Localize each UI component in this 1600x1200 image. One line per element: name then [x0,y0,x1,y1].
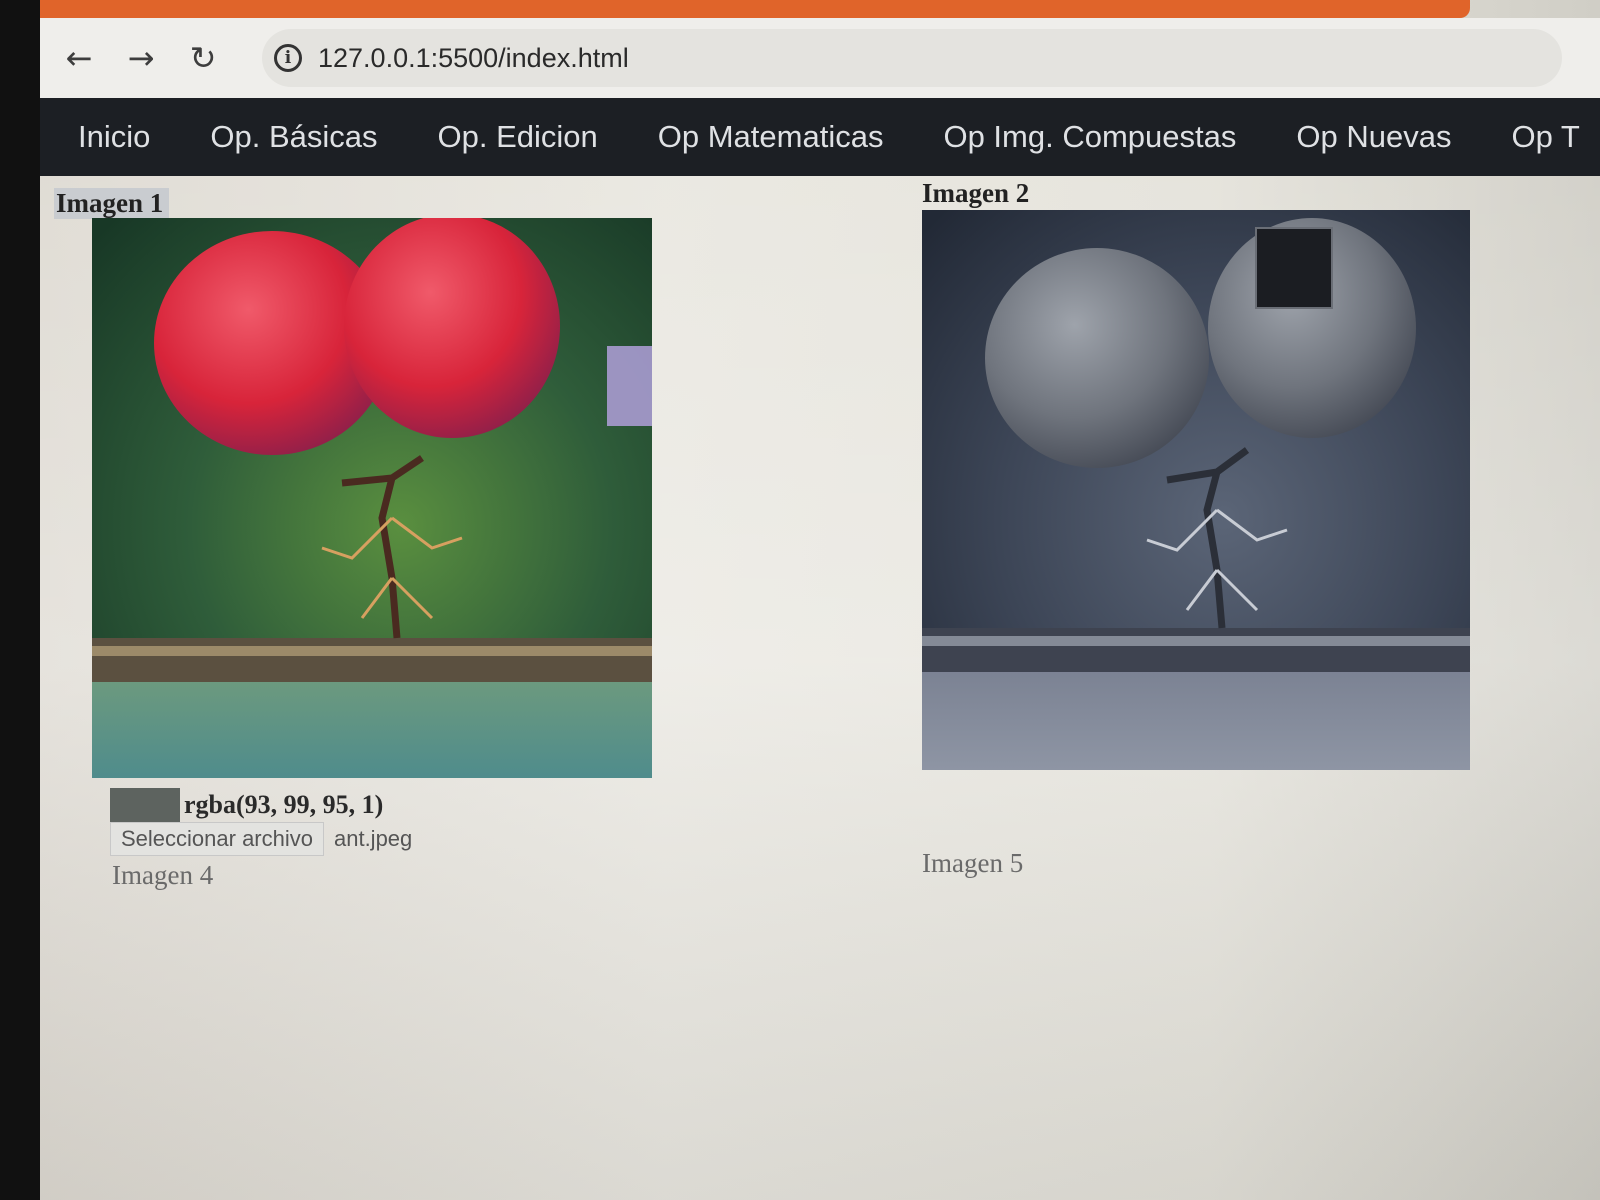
nav-item-op-matematicas[interactable]: Op Matematicas [658,119,884,155]
image1-canvas[interactable] [92,218,652,778]
arrow-right-icon[interactable]: → [118,35,164,81]
file-input[interactable]: Seleccionar archivo ant.jpeg [110,822,412,856]
arrow-left-icon[interactable]: ← [56,35,102,81]
file-name-text: ant.jpeg [333,826,413,851]
top-navbar: Inicio Op. Básicas Op. Edicion Op Matema… [40,98,1600,176]
image2-canvas[interactable] [922,210,1470,770]
image4-label: Imagen 4 [112,860,214,890]
os-taskbar [40,0,1470,18]
nav-item-op-basicas[interactable]: Op. Básicas [210,119,377,155]
nav-item-op-img-compuestas[interactable]: Op Img. Compuestas [943,119,1236,155]
pixel-color-text: rgba(93, 99, 95, 1) [184,790,384,819]
reload-icon[interactable]: ↻ [180,35,226,81]
info-icon[interactable]: i [274,44,302,72]
url-text[interactable]: 127.0.0.1:5500/index.html [318,43,629,74]
choose-file-button[interactable]: Seleccionar archivo [110,822,324,856]
pixel-color-readout: rgba(93, 99, 95, 1) [110,788,383,822]
nav-item-op-t[interactable]: Op T [1511,119,1579,155]
browser-window: ← → ↻ i 127.0.0.1:5500/index.html Inicio… [40,0,1600,1200]
nav-item-op-nuevas[interactable]: Op Nuevas [1296,119,1451,155]
image2-label: Imagen 2 [922,178,1030,208]
address-bar[interactable]: i 127.0.0.1:5500/index.html [262,29,1562,87]
nav-item-inicio[interactable]: Inicio [78,119,150,155]
image5-label: Imagen 5 [922,848,1024,878]
image1-label: Imagen 1 [54,188,170,219]
browser-toolbar: ← → ↻ i 127.0.0.1:5500/index.html [40,18,1600,98]
nav-item-op-edicion[interactable]: Op. Edicion [438,119,598,155]
pixel-color-swatch [110,788,180,822]
